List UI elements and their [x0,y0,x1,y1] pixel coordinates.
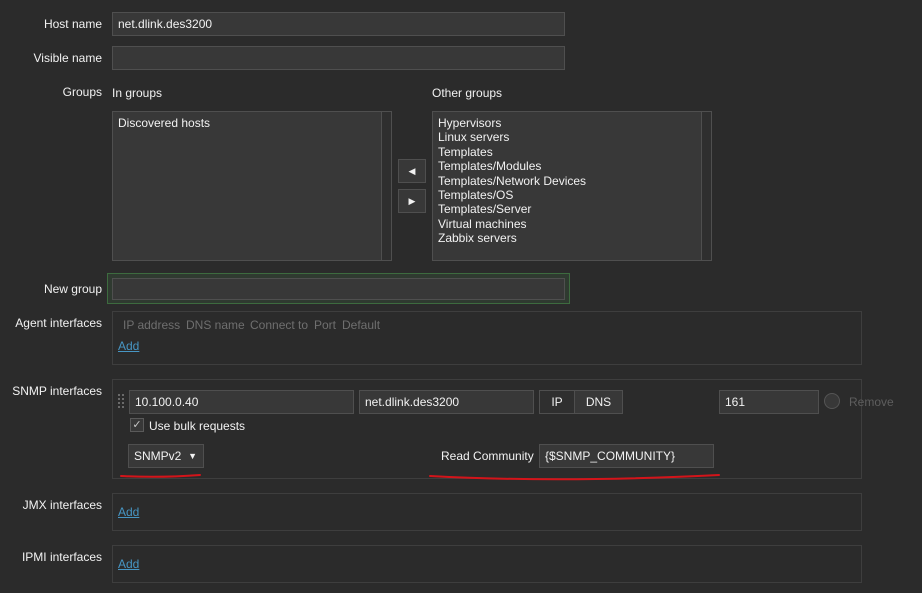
ipmi-interfaces-section [112,545,862,583]
jmx-add-link[interactable]: Add [118,505,139,519]
annotation-underline-community [429,474,720,481]
jmx-interfaces-label: JMX interfaces [22,498,102,512]
ipmi-interfaces-label: IPMI interfaces [21,550,102,564]
annotation-underline-version [120,474,201,478]
jmx-interfaces-section [112,493,862,531]
ipmi-add-link[interactable]: Add [118,557,139,571]
